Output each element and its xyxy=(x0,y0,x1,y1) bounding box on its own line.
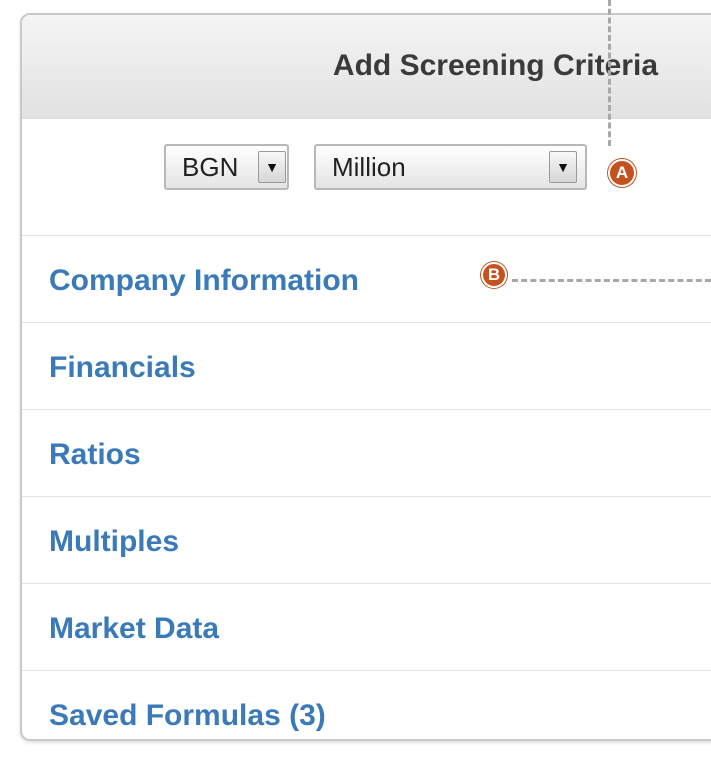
category-link[interactable]: Ratios xyxy=(49,438,141,472)
category-link[interactable]: Market Data xyxy=(49,612,219,646)
category-link[interactable]: Financials xyxy=(49,351,196,385)
category-market-data[interactable]: Market Data xyxy=(22,584,711,671)
category-financials[interactable]: Financials xyxy=(22,323,711,410)
unit-select[interactable]: Million ▼ xyxy=(314,144,587,190)
category-ratios[interactable]: Ratios xyxy=(22,410,711,497)
callout-badge-a: A xyxy=(608,159,636,187)
callout-badge-b: B xyxy=(481,262,507,288)
category-link[interactable]: Multiples xyxy=(49,525,179,559)
unit-select-value: Million xyxy=(332,152,406,182)
category-multiples[interactable]: Multiples xyxy=(22,497,711,584)
callout-b-connector xyxy=(512,279,711,282)
category-saved-formulas[interactable]: Saved Formulas (3) xyxy=(22,671,711,739)
panel-title: Add Screening Criteria xyxy=(332,49,658,82)
callout-a-connector xyxy=(608,0,611,146)
category-link[interactable]: Company Information xyxy=(49,264,359,298)
currency-select[interactable]: BGN ▼ xyxy=(164,144,289,190)
currency-select-value: BGN xyxy=(182,152,239,182)
chevron-down-icon[interactable]: ▼ xyxy=(258,151,286,183)
category-link[interactable]: Saved Formulas (3) xyxy=(49,699,326,733)
chevron-down-icon[interactable]: ▼ xyxy=(549,151,577,183)
